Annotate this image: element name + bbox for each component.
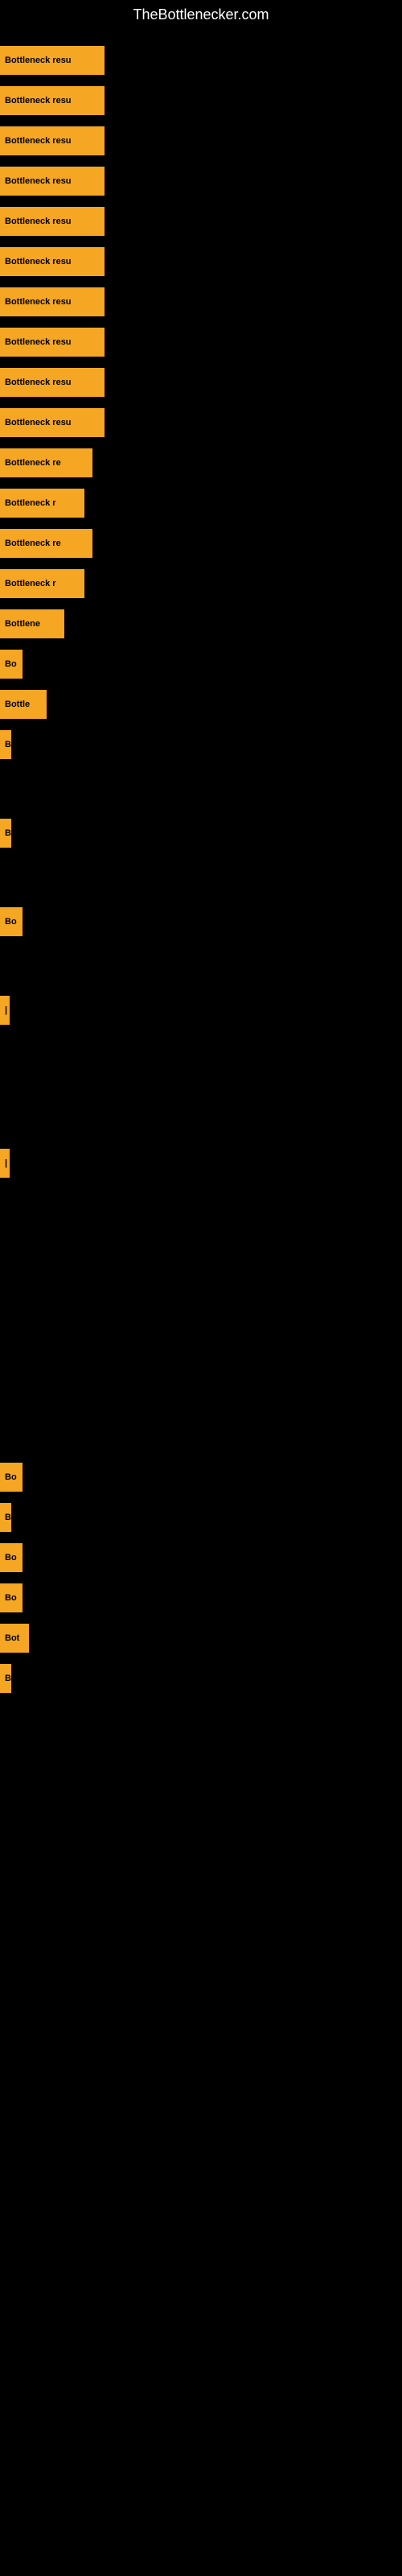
bottleneck-bar: Bottleneck resu xyxy=(0,287,105,316)
bottleneck-bar: Bottleneck re xyxy=(0,448,92,477)
bar-label: Bottleneck resu xyxy=(0,207,105,236)
bottleneck-bar: Bo xyxy=(0,650,23,679)
bottleneck-bar: | xyxy=(0,996,10,1025)
bottleneck-bar: Bottleneck r xyxy=(0,569,84,598)
bottleneck-bar: B xyxy=(0,1664,11,1693)
bar-label: Bottleneck resu xyxy=(0,46,105,75)
bar-label: Bo xyxy=(0,1463,23,1492)
bar-label: Bottleneck resu xyxy=(0,328,105,357)
bottleneck-bar: Bottle xyxy=(0,690,47,719)
bar-label: Bo xyxy=(0,1543,23,1572)
bottleneck-bar: Bo xyxy=(0,1543,23,1572)
bottleneck-bar: B xyxy=(0,819,11,848)
bar-label: Bo xyxy=(0,1583,23,1612)
bottleneck-bar: Bottleneck resu xyxy=(0,126,105,155)
bar-label: Bottleneck r xyxy=(0,569,84,598)
bar-label: Bottleneck resu xyxy=(0,368,105,397)
bar-label: Bottle xyxy=(0,690,47,719)
bar-label: Bottleneck re xyxy=(0,529,92,558)
bottleneck-bar: | xyxy=(0,1149,10,1178)
bar-label: Bottleneck re xyxy=(0,448,92,477)
bottleneck-bar: Bottlene xyxy=(0,609,64,638)
bottleneck-bar: Bo xyxy=(0,1583,23,1612)
bottleneck-bar: Bo xyxy=(0,1463,23,1492)
bar-label: B xyxy=(0,1664,11,1693)
bar-label: Bottleneck r xyxy=(0,489,84,518)
bottleneck-bar: Bottleneck resu xyxy=(0,408,105,437)
bar-label: B xyxy=(0,730,11,759)
bottleneck-bar: Bottleneck re xyxy=(0,529,92,558)
bottleneck-bar: Bottleneck resu xyxy=(0,328,105,357)
bottleneck-bar: Bottleneck resu xyxy=(0,167,105,196)
bottleneck-bar: Bottleneck r xyxy=(0,489,84,518)
bar-label: B xyxy=(0,819,11,848)
bar-label: Bottlene xyxy=(0,609,64,638)
bar-label: Bottleneck resu xyxy=(0,287,105,316)
bottleneck-bar: Bottleneck resu xyxy=(0,247,105,276)
bottleneck-bar: Bottleneck resu xyxy=(0,207,105,236)
bar-label: Bottleneck resu xyxy=(0,86,105,115)
bar-label: Bottleneck resu xyxy=(0,126,105,155)
bar-label: Bo xyxy=(0,650,23,679)
bar-label: Bottleneck resu xyxy=(0,247,105,276)
bar-label: Bot xyxy=(0,1624,29,1653)
bar-label: | xyxy=(0,996,10,1025)
bottleneck-bar: B xyxy=(0,1503,11,1532)
bottleneck-bar: Bottleneck resu xyxy=(0,86,105,115)
bottleneck-bar: Bottleneck resu xyxy=(0,368,105,397)
bar-label: | xyxy=(0,1149,10,1178)
bar-label: Bottleneck resu xyxy=(0,408,105,437)
bar-label: Bo xyxy=(0,907,23,936)
bar-label: Bottleneck resu xyxy=(0,167,105,196)
bottleneck-bar: Bottleneck resu xyxy=(0,46,105,75)
bottleneck-bar: B xyxy=(0,730,11,759)
bottleneck-bar: Bo xyxy=(0,907,23,936)
site-title: TheBottlenecker.com xyxy=(0,0,402,30)
bottleneck-bar: Bot xyxy=(0,1624,29,1653)
bar-label: B xyxy=(0,1503,11,1532)
